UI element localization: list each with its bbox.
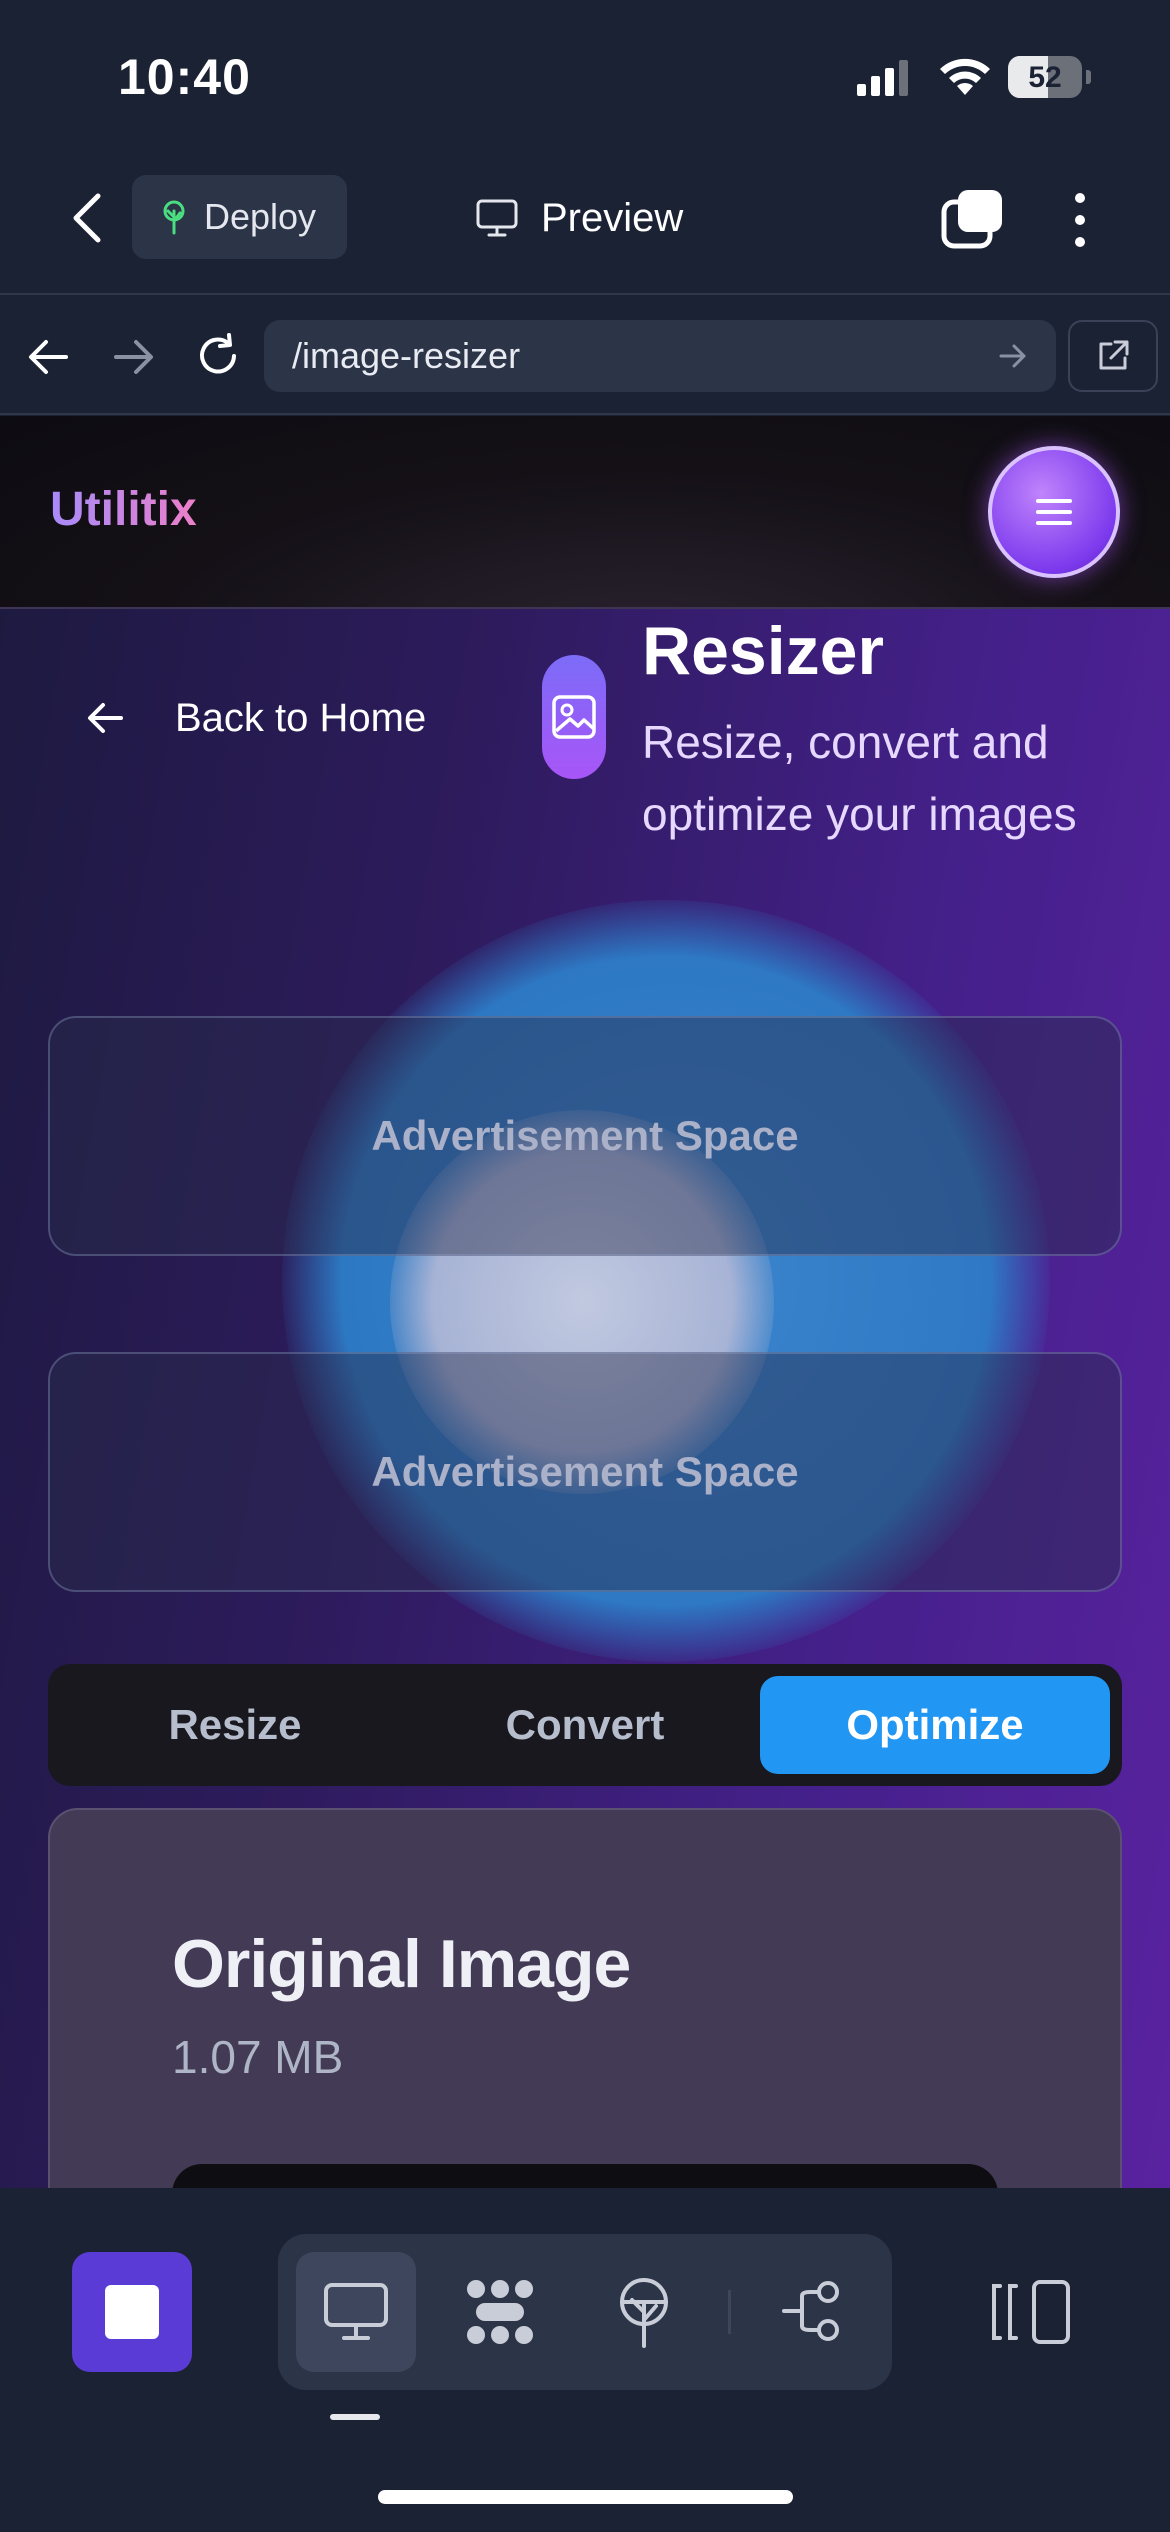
active-view-indicator [330, 2414, 380, 2420]
ad-label: Advertisement Space [371, 1448, 799, 1495]
url-bar[interactable]: /image-resizer [264, 320, 1056, 392]
chevron-left-icon[interactable] [68, 192, 108, 244]
page-subtitle: Resize, convert and optimize your images [642, 716, 1077, 840]
wifi-icon [940, 58, 990, 95]
deploy-button[interactable]: Deploy [132, 175, 347, 259]
tab-optimize[interactable]: Optimize [760, 1676, 1110, 1774]
monitor-icon [324, 2283, 388, 2340]
page-title: Resizer [642, 613, 884, 689]
git-view-button[interactable] [756, 2252, 876, 2372]
back-to-home-link[interactable]: Back to Home [85, 690, 426, 746]
arrow-left-icon[interactable] [26, 337, 70, 377]
tab-resize[interactable]: Resize [60, 1676, 410, 1774]
arrow-right-icon[interactable] [112, 337, 156, 377]
ad-label: Advertisement Space [371, 1112, 799, 1159]
advertisement-slot: Advertisement Space [48, 1016, 1122, 1256]
status-time: 10:40 [118, 49, 251, 105]
tabs-icon[interactable] [940, 188, 1004, 250]
open-external-button[interactable] [1068, 320, 1158, 392]
site-logo[interactable]: Utilitix [50, 482, 197, 537]
deploy-label: Deploy [204, 196, 317, 237]
stop-icon [105, 2285, 159, 2339]
preview-view-button[interactable] [296, 2252, 416, 2372]
more-vertical-icon[interactable] [1060, 190, 1100, 250]
stop-button[interactable] [72, 2252, 192, 2372]
file-size: 1.07 MB [172, 2031, 344, 2083]
device-toggle-icon[interactable] [990, 2276, 1080, 2348]
preview-tab[interactable]: Preview [475, 190, 683, 246]
cellular-signal-icon [857, 60, 908, 96]
url-text: /image-resizer [292, 335, 521, 376]
console-view-button[interactable] [440, 2252, 560, 2372]
hamburger-icon [1036, 499, 1072, 525]
deploy-tree-icon [163, 200, 185, 235]
git-branch-icon [782, 2281, 839, 2341]
deploy-tree-icon [620, 2278, 668, 2348]
image-icon [542, 655, 606, 779]
preview-label: Preview [541, 195, 684, 240]
deploy-view-button[interactable] [584, 2252, 704, 2372]
tab-convert[interactable]: Convert [410, 1676, 760, 1774]
monitor-icon [476, 199, 518, 237]
back-to-home-label: Back to Home [175, 695, 427, 740]
battery-level: 52 [1028, 61, 1062, 94]
go-arrow-icon[interactable] [998, 342, 1028, 370]
advertisement-slot: Advertisement Space [48, 1352, 1122, 1592]
arrow-left-icon [88, 703, 123, 733]
dots-grid-icon [467, 2280, 533, 2344]
reload-icon[interactable] [195, 333, 241, 379]
card-title: Original Image [172, 1926, 631, 2002]
battery-icon: 52 [1008, 56, 1091, 98]
home-indicator[interactable] [378, 2490, 793, 2504]
menu-button[interactable] [988, 446, 1120, 578]
external-link-icon [1099, 340, 1129, 370]
toolbar-divider [728, 2290, 731, 2334]
